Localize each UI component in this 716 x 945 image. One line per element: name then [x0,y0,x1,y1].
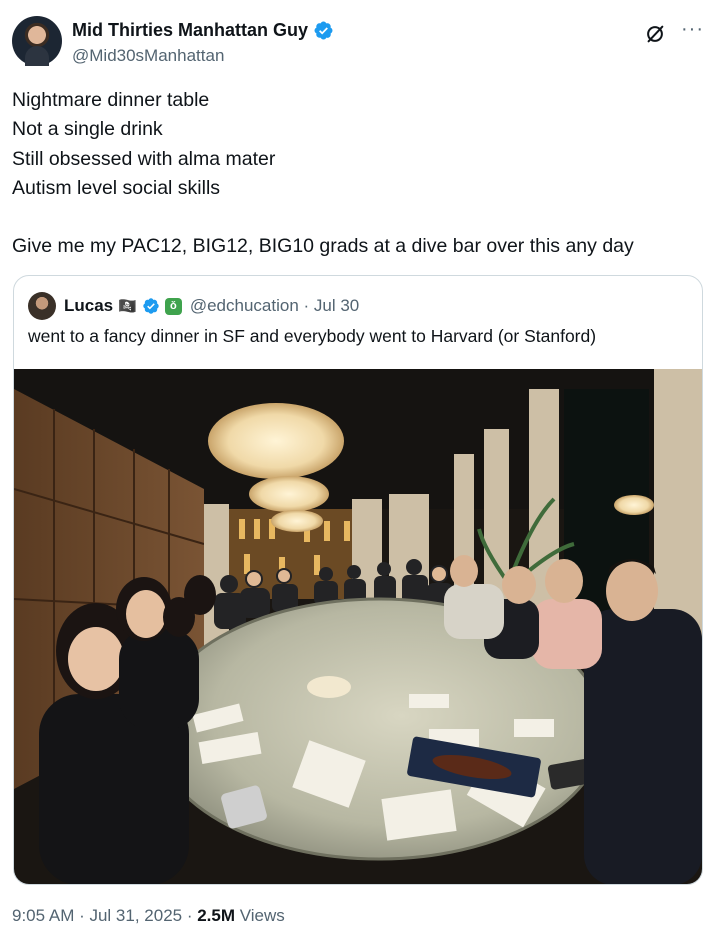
tweet-line: Still obsessed with alma mater [12,147,276,170]
tweet-text: Nightmare dinner table Not a single drin… [12,86,702,262]
tweet-timestamp[interactable]: 9:05 AM · Jul 31, 2025 · [12,906,197,925]
verified-badge-icon [143,298,159,314]
dinner-table-photo[interactable] [14,369,702,885]
author-handle[interactable]: @Mid30sManhattan [72,46,224,66]
quoted-tweet-text: went to a fancy dinner in SF and everybo… [28,326,597,346]
tweet-line: Give me my PAC12, BIG12, BIG10 grads at … [12,235,634,258]
author-name-row[interactable]: Mid Thirties Manhattan Guy [72,20,334,41]
tweet-line: Autism level social skills [12,176,221,199]
grok-icon[interactable] [644,23,666,45]
quoted-author-avatar[interactable] [28,292,56,320]
verified-badge-icon [314,21,333,40]
author-avatar[interactable] [12,16,62,66]
quoted-tweet-header: Lucas 🏴‍☠️ ǒ @edchucation · Jul 30 [28,292,359,320]
quoted-tweet-card[interactable]: Lucas 🏴‍☠️ ǒ @edchucation · Jul 30 went … [13,275,703,885]
tweet-header: Mid Thirties Manhattan Guy @Mid30sManhat… [12,16,704,72]
quoted-author-handle-date[interactable]: @edchucation · Jul 30 [190,296,359,316]
tweet-line: Not a single drink [12,118,163,141]
pirate-flag-icon: 🏴‍☠️ [118,298,137,315]
views-count[interactable]: 2.5M [197,906,235,925]
tweet-line [12,203,702,232]
more-icon[interactable]: ··· [681,18,704,41]
tweet-meta: 9:05 AM · Jul 31, 2025 · 2.5M Views [12,906,285,926]
author-display-name[interactable]: Mid Thirties Manhattan Guy [72,20,308,41]
tweet-line: Nightmare dinner table [12,89,210,111]
affiliation-badge-icon[interactable]: ǒ [164,297,182,315]
views-label: Views [235,906,285,925]
quoted-author-name[interactable]: Lucas [64,296,113,316]
